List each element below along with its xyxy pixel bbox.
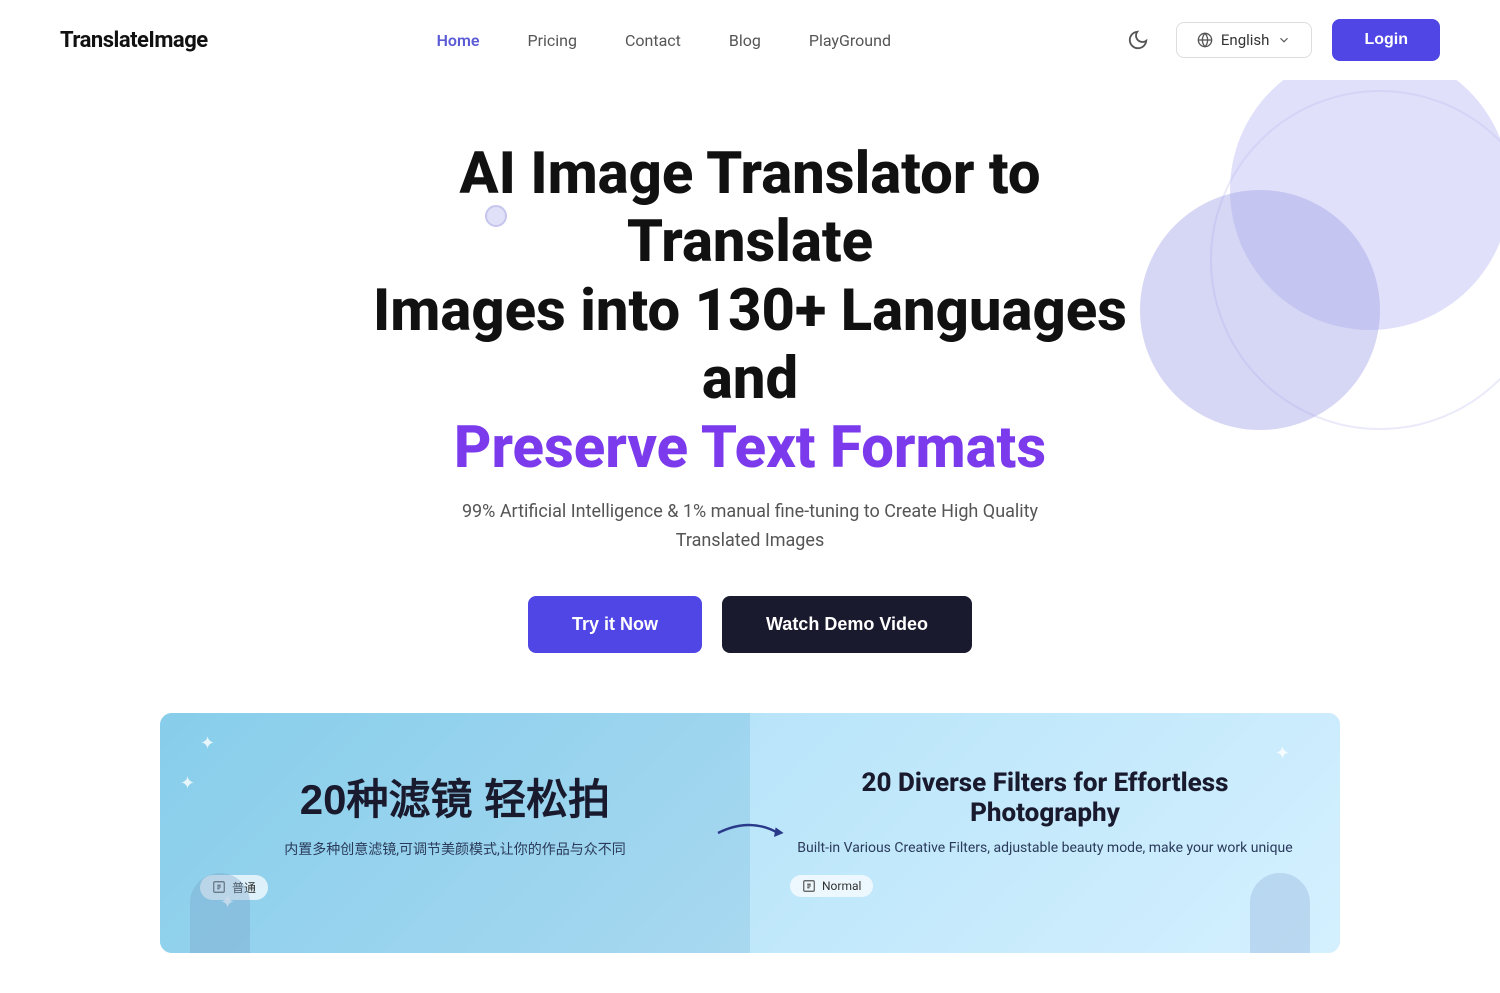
star-icon-4: ✦ xyxy=(1275,743,1290,764)
decorative-circles xyxy=(1120,80,1500,510)
star-icon-2: ✦ xyxy=(180,773,195,794)
demo-english-subtitle: Built-in Various Creative Filters, adjus… xyxy=(790,838,1300,859)
hero-buttons: Try it Now Watch Demo Video xyxy=(60,596,1440,653)
login-button[interactable]: Login xyxy=(1332,19,1440,61)
person-silhouette-right xyxy=(1250,873,1310,953)
logo: TranslateImage xyxy=(60,28,208,53)
language-selector[interactable]: English xyxy=(1176,22,1313,58)
deco-small-circle xyxy=(485,205,507,227)
demo-left-panel: ✦ ✦ ✦ 20种滤镜 轻松拍 内置多种创意滤镜,可调节美颜模式,让你的作品与众… xyxy=(160,713,750,953)
nav-item-blog[interactable]: Blog xyxy=(729,31,761,50)
navbar: TranslateImage Home Pricing Contact Blog… xyxy=(0,0,1500,80)
try-now-button[interactable]: Try it Now xyxy=(528,596,702,653)
demo-chinese-subtitle: 内置多种创意滤镜,可调节美颜模式,让你的作品与众不同 xyxy=(200,839,710,859)
hero-subtitle: 99% Artificial Intelligence & 1% manual … xyxy=(450,498,1050,556)
deco-circle-medium xyxy=(1140,190,1380,430)
dark-mode-toggle[interactable] xyxy=(1120,22,1156,58)
demo-right-panel: ✦ 20 Diverse Filters for Effortless Phot… xyxy=(750,713,1340,953)
nav-links: Home Pricing Contact Blog PlayGround xyxy=(437,31,891,50)
nav-item-pricing[interactable]: Pricing xyxy=(527,31,577,50)
demo-english-title: 20 Diverse Filters for Effortless Photog… xyxy=(790,768,1300,828)
language-label: English xyxy=(1221,31,1270,49)
nav-right: English Login xyxy=(1120,19,1440,61)
watch-demo-button[interactable]: Watch Demo Video xyxy=(722,596,972,653)
nav-item-playground[interactable]: PlayGround xyxy=(809,31,891,50)
hero-section: AI Image Translator to Translate Images … xyxy=(0,80,1500,993)
demo-chinese-title: 20种滤镜 轻松拍 xyxy=(200,766,710,827)
person-silhouette-left xyxy=(190,873,250,953)
hero-title: AI Image Translator to Translate Images … xyxy=(350,140,1150,482)
deco-circle-large xyxy=(1230,80,1500,330)
demo-badge-english: Normal xyxy=(790,875,873,897)
nav-item-contact[interactable]: Contact xyxy=(625,31,681,50)
star-icon-1: ✦ xyxy=(200,733,215,754)
nav-item-home[interactable]: Home xyxy=(437,31,480,50)
translation-arrow xyxy=(710,813,790,853)
demo-image-section: ✦ ✦ ✦ 20种滤镜 轻松拍 内置多种创意滤镜,可调节美颜模式,让你的作品与众… xyxy=(160,713,1340,953)
deco-circle-outline xyxy=(1210,90,1500,430)
